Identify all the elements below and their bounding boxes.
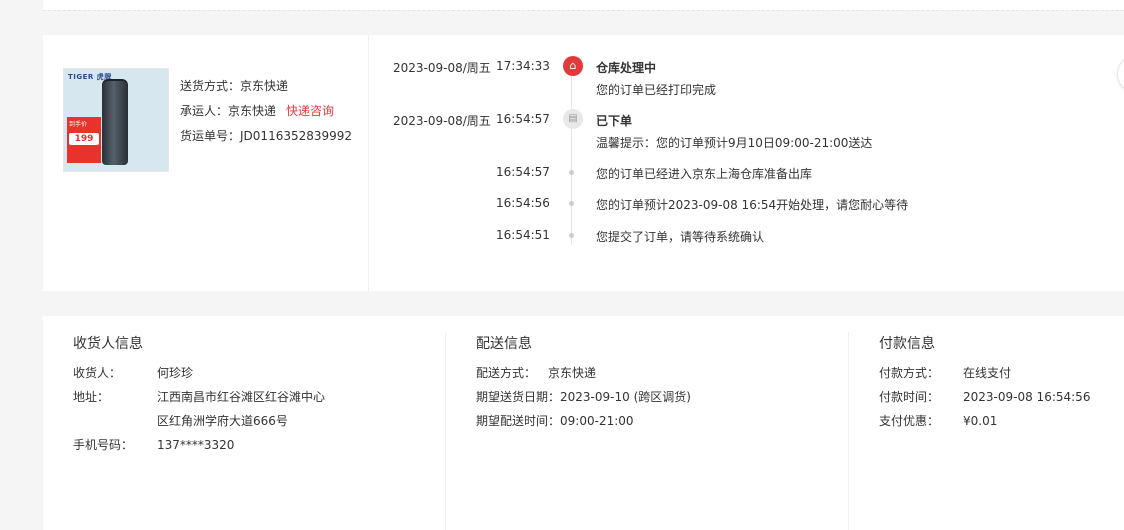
tracking-number-value: JD0116352839992 — [240, 129, 353, 143]
payment-title: 付款信息 — [879, 336, 935, 352]
timeline-desc: 您的订单已经打印完成 — [596, 83, 717, 97]
timeline-desc: 您的订单已经进入京东上海仓库准备出库 — [596, 167, 813, 181]
payment-info-section: 付款信息 付款方式： 在线支付 付款时间： 2023-09-08 16:54:56 … — [849, 316, 1124, 530]
address-row: 地址： 江西南昌市红谷滩区红谷滩中心 — [73, 385, 325, 409]
carrier-row: 承运人：京东快递 快递咨询 — [180, 102, 352, 127]
delivery-info-section: 配送信息 配送方式： 京东快递 期望送货日期：2023-09-10 (跨区调货) … — [446, 316, 848, 530]
thermos-bottle-shape — [102, 81, 128, 165]
timeline-desc: 温馨提示：您的订单预计9月10日09:00-21:00送达 — [596, 136, 873, 150]
shipping-info: 送货方式：京东快递 承运人：京东快递 快递咨询 货运单号：JD0116352839… — [180, 77, 352, 152]
order-icon: ▤ — [563, 109, 583, 129]
delivery-method-row: 配送方式： 京东快递 — [476, 361, 596, 385]
timeline-title: 仓库处理中 — [596, 61, 657, 75]
receiver-info-section: 收货人信息 收货人： 何珍珍 地址： 江西南昌市红谷滩区红谷滩中心 区红角洲学府大道… — [43, 316, 445, 530]
delivery-date-value: 2023-09-10 (跨区调货) — [560, 390, 691, 404]
payment-method-label: 付款方式： — [879, 366, 940, 380]
receiver-title: 收货人信息 — [73, 336, 143, 352]
timeline-title: 已下单 — [596, 114, 633, 128]
carrier-label: 承运人： — [180, 104, 229, 118]
receiver-name-label: 收货人： — [73, 366, 122, 380]
phone-label: 手机号码： — [73, 438, 134, 452]
receiver-name-value: 何珍珍 — [157, 366, 194, 380]
promo-badge: 到手价 199 — [67, 117, 101, 163]
delivery-method-value: 京东快递 — [548, 366, 597, 380]
timeline-dot — [569, 233, 574, 238]
timeline-desc: 您的订单预计2023-09-08 16:54开始处理，请您耐心等待 — [596, 198, 909, 212]
delivery-time-row: 期望配送时间：09:00-21:00 — [476, 409, 634, 433]
timeline-line — [571, 65, 572, 245]
shipping-method-value: 京东快递 — [240, 79, 289, 93]
tracking-number-row: 货运单号：JD0116352839992 — [180, 127, 352, 152]
payment-discount-value: ¥0.01 — [963, 414, 998, 428]
delivery-title: 配送信息 — [476, 336, 532, 352]
timeline-dot — [569, 201, 574, 206]
timeline-time: 16:54:57 — [496, 165, 550, 179]
address-row-2: 区红角洲学府大道666号 — [73, 409, 288, 433]
shipping-method-row: 送货方式：京东快递 — [180, 77, 352, 102]
timeline-desc: 您提交了订单，请等待系统确认 — [596, 230, 765, 244]
payment-discount-label: 支付优惠： — [879, 414, 940, 428]
promo-price: 199 — [69, 133, 99, 145]
phone-row: 手机号码： 137****3320 — [73, 433, 234, 457]
payment-time-row: 付款时间： 2023-09-08 16:54:56 — [879, 385, 1090, 409]
payment-time-value: 2023-09-08 16:54:56 — [963, 390, 1091, 404]
receiver-name-row: 收货人： 何珍珍 — [73, 361, 193, 385]
shipping-method-label: 送货方式： — [180, 79, 241, 93]
timeline-time: 16:54:51 — [496, 228, 550, 242]
promo-text: 到手价 — [69, 121, 88, 128]
timeline-dot — [569, 170, 574, 175]
previous-card-bottom — [43, 0, 1124, 10]
timeline-time: 16:54:56 — [496, 196, 550, 210]
address-line-2: 区红角洲学府大道666号 — [157, 414, 288, 428]
tracking-number-label: 货运单号： — [180, 129, 241, 143]
order-info-card: 收货人信息 收货人： 何珍珍 地址： 江西南昌市红谷滩区红谷滩中心 区红角洲学府大道… — [43, 316, 1124, 530]
courier-inquiry-link[interactable]: 快递咨询 — [286, 104, 334, 118]
timeline-date: 2023-09-08/周五 — [393, 61, 491, 75]
timeline-date: 2023-09-08/周五 — [393, 114, 491, 128]
payment-time-label: 付款时间： — [879, 390, 940, 404]
delivery-time-label: 期望配送时间： — [476, 414, 561, 428]
tracking-card: TIGER 虎牌 到手价 199 送货方式：京东快递 承运人：京东快递 快递咨询 … — [43, 35, 1124, 291]
payment-method-value: 在线支付 — [963, 366, 1012, 380]
tracking-timeline: 2023-09-08/周五 17:34:33 ⌂ 仓库处理中 您的订单已经打印完… — [369, 35, 1124, 291]
timeline-time: 16:54:57 — [496, 112, 550, 126]
delivery-method-label: 配送方式： — [476, 366, 537, 380]
delivery-date-label: 期望送货日期： — [476, 390, 561, 404]
payment-method-row: 付款方式： 在线支付 — [879, 361, 1011, 385]
payment-discount-row: 支付优惠： ¥0.01 — [879, 409, 997, 433]
timeline-time: 17:34:33 — [496, 59, 550, 73]
delivery-time-value: 09:00-21:00 — [560, 414, 634, 428]
warehouse-icon: ⌂ — [563, 56, 583, 76]
address-line-1: 江西南昌市红谷滩区红谷滩中心 — [157, 390, 326, 404]
delivery-date-row: 期望送货日期：2023-09-10 (跨区调货) — [476, 385, 691, 409]
carrier-value: 京东快递 — [228, 104, 277, 118]
address-label: 地址： — [73, 390, 110, 404]
product-thumbnail[interactable]: TIGER 虎牌 到手价 199 — [63, 68, 169, 172]
dashed-divider — [43, 10, 1124, 11]
phone-value: 137****3320 — [157, 438, 235, 452]
shipment-summary: TIGER 虎牌 到手价 199 送货方式：京东快递 承运人：京东快递 快递咨询 … — [43, 35, 369, 291]
